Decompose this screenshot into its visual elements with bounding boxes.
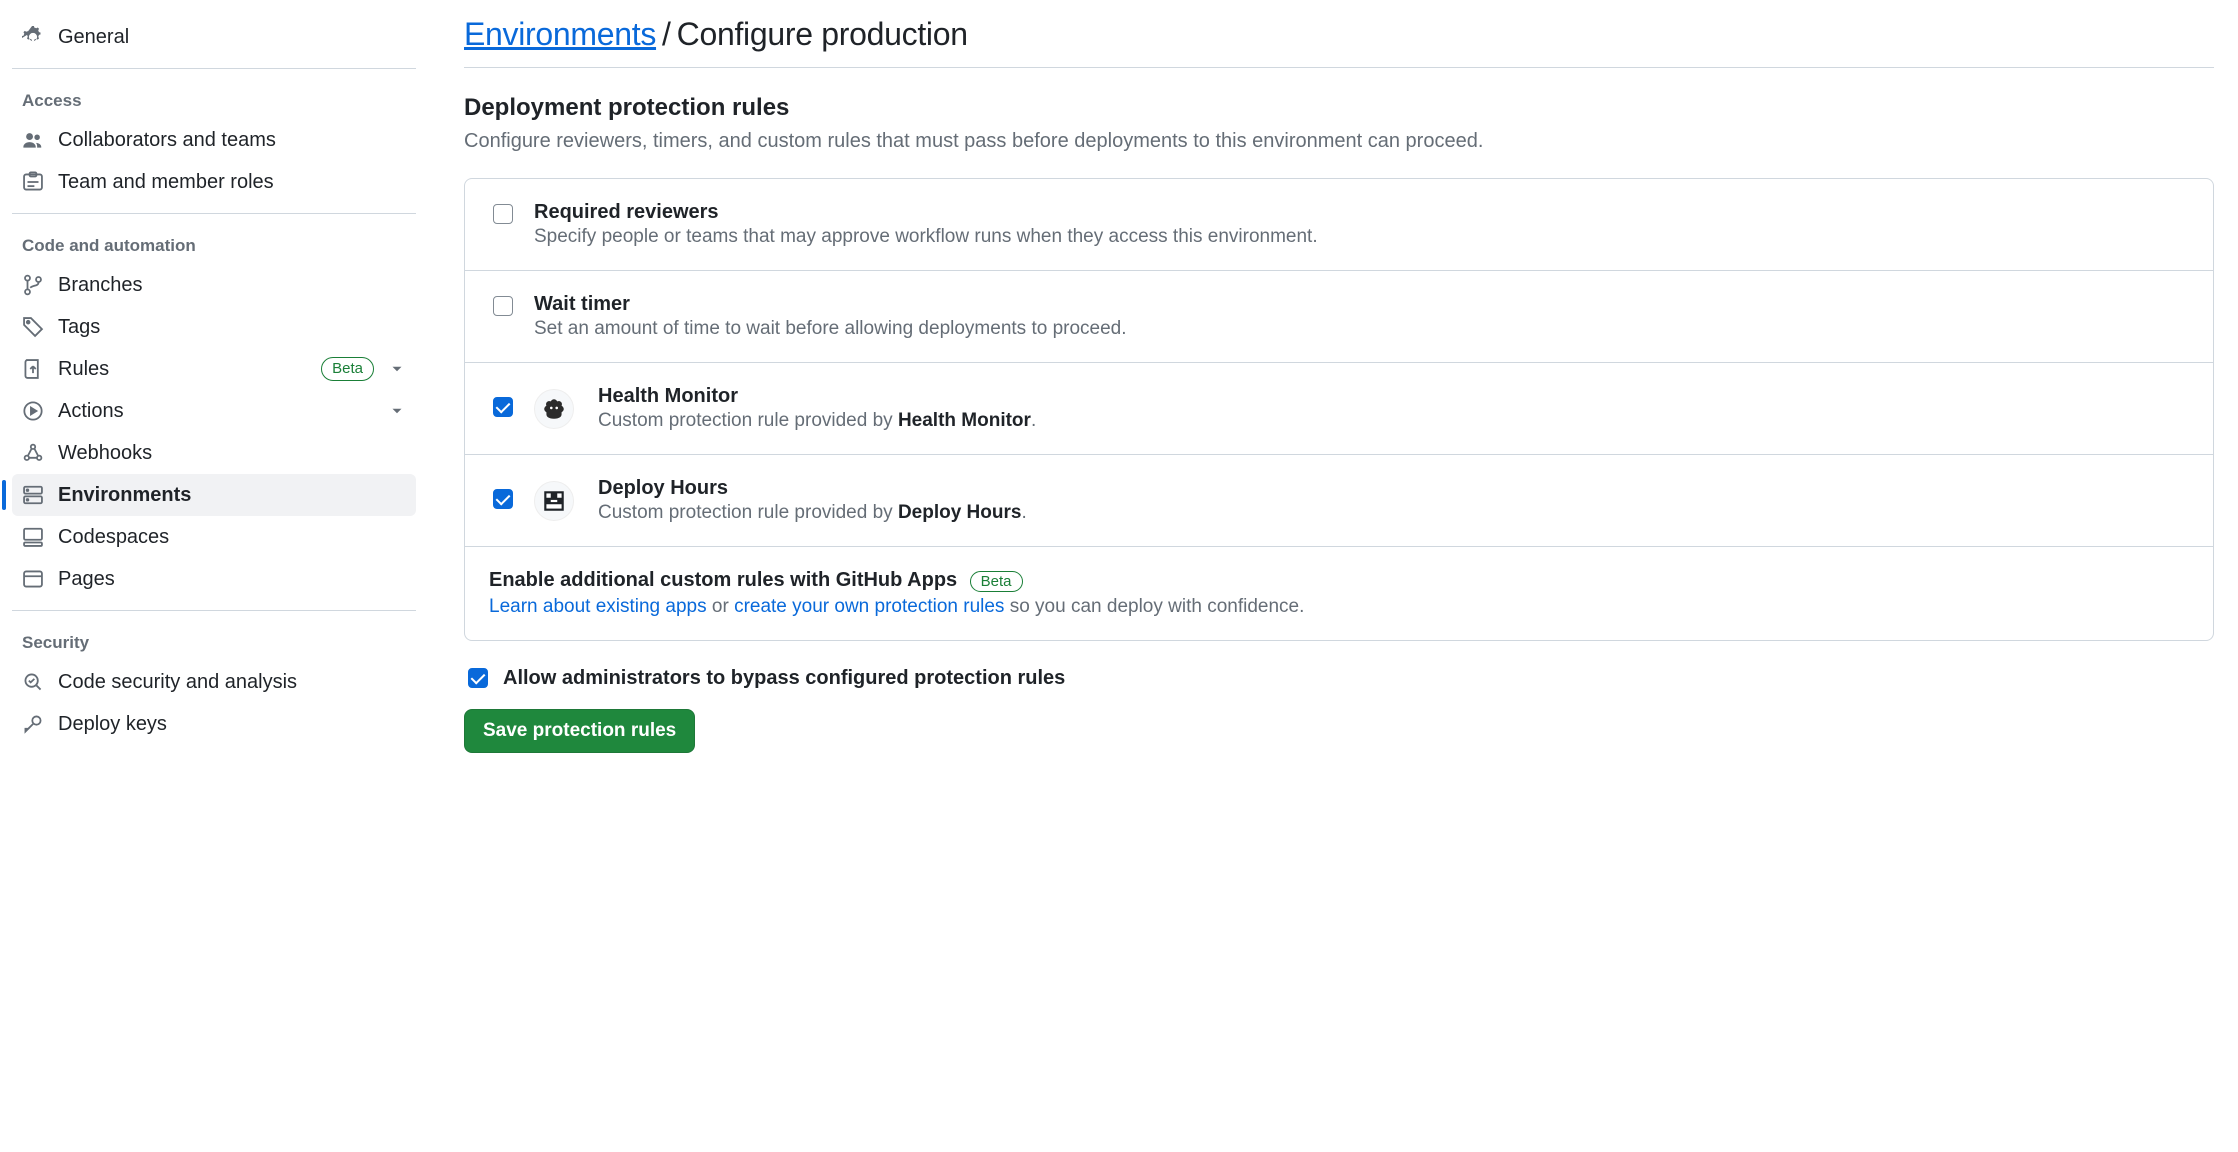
sidebar-section-security: Security: [12, 615, 416, 661]
sidebar-section-code: Code and automation: [12, 218, 416, 264]
wait-timer-checkbox[interactable]: [493, 296, 513, 316]
breadcrumb-environments-link[interactable]: Environments: [464, 16, 656, 52]
sidebar-item-branches[interactable]: Branches: [12, 264, 416, 306]
settings-sidebar: General Access Collaborators and teams T…: [12, 16, 440, 753]
codespaces-icon: [22, 526, 44, 548]
app-rule-title: Health Monitor: [598, 385, 2189, 408]
sidebar-item-pages[interactable]: Pages: [12, 558, 416, 600]
gear-icon: [22, 26, 44, 48]
people-icon: [22, 129, 44, 151]
required-reviewers-title: Required reviewers: [534, 201, 2189, 224]
admin-bypass-label: Allow administrators to bypass configure…: [503, 667, 1065, 690]
sidebar-item-label: Branches: [58, 274, 406, 297]
page-title: Environments/Configure production: [464, 16, 2214, 68]
health-monitor-avatar: [534, 389, 574, 429]
sidebar-item-label: Webhooks: [58, 442, 406, 465]
chevron-down-icon: [388, 402, 406, 420]
chevron-down-icon: [388, 360, 406, 378]
sidebar-item-general[interactable]: General: [12, 16, 416, 58]
main-content: Environments/Configure production Deploy…: [440, 16, 2214, 753]
beta-badge: Beta: [321, 357, 374, 381]
id-badge-icon: [22, 171, 44, 193]
learn-existing-apps-link[interactable]: Learn about existing apps: [489, 596, 707, 617]
app-rule-sub: Custom protection rule provided by Healt…: [598, 410, 2189, 432]
required-reviewers-checkbox[interactable]: [493, 204, 513, 224]
key-icon: [22, 713, 44, 735]
app-rule-title: Deploy Hours: [598, 477, 2189, 500]
webhook-icon: [22, 442, 44, 464]
required-reviewers-sub: Specify people or teams that may approve…: [534, 226, 2189, 248]
protection-rules-description: Configure reviewers, timers, and custom …: [464, 126, 2214, 156]
sidebar-item-codespaces[interactable]: Codespaces: [12, 516, 416, 558]
app-rule-health-monitor: Health Monitor Custom protection rule pr…: [465, 363, 2213, 455]
sidebar-item-label: Tags: [58, 316, 406, 339]
wait-timer-row: Wait timer Set an amount of time to wait…: [465, 271, 2213, 363]
sidebar-item-tags[interactable]: Tags: [12, 306, 416, 348]
sidebar-item-label: Pages: [58, 568, 406, 591]
protection-rules-heading: Deployment protection rules: [464, 94, 2214, 122]
sidebar-item-label: Environments: [58, 484, 406, 507]
required-reviewers-row: Required reviewers Specify people or tea…: [465, 179, 2213, 271]
sidebar-item-environments[interactable]: Environments: [12, 474, 416, 516]
custom-rules-footer-title: Enable additional custom rules with GitH…: [489, 569, 957, 591]
sidebar-item-label: Deploy keys: [58, 713, 406, 736]
browser-icon: [22, 568, 44, 590]
save-protection-rules-button[interactable]: Save protection rules: [464, 709, 695, 753]
server-icon: [22, 484, 44, 506]
wait-timer-sub: Set an amount of time to wait before all…: [534, 318, 2189, 340]
admin-bypass-row: Allow administrators to bypass configure…: [464, 665, 2214, 691]
sidebar-item-label: Rules: [58, 358, 307, 381]
sidebar-item-collaborators[interactable]: Collaborators and teams: [12, 119, 416, 161]
sidebar-item-label: Actions: [58, 400, 374, 423]
sidebar-section-access: Access: [12, 73, 416, 119]
sidebar-item-team-roles[interactable]: Team and member roles: [12, 161, 416, 203]
create-own-rules-link[interactable]: create your own protection rules: [734, 596, 1004, 617]
app-rule-deploy-hours: Deploy Hours Custom protection rule prov…: [465, 455, 2213, 547]
sidebar-item-rules[interactable]: Rules Beta: [12, 348, 416, 390]
app-rule-sub: Custom protection rule provided by Deplo…: [598, 502, 2189, 524]
protection-rules-card: Required reviewers Specify people or tea…: [464, 178, 2214, 641]
sidebar-item-label: Team and member roles: [58, 171, 406, 194]
repo-push-icon: [22, 358, 44, 380]
sidebar-item-deploy-keys[interactable]: Deploy keys: [12, 703, 416, 745]
sidebar-item-label: Collaborators and teams: [58, 129, 406, 152]
breadcrumb-current: Configure production: [677, 16, 968, 52]
sidebar-item-label: Code security and analysis: [58, 671, 406, 694]
git-branch-icon: [22, 274, 44, 296]
wait-timer-title: Wait timer: [534, 293, 2189, 316]
deploy-hours-checkbox[interactable]: [493, 489, 513, 509]
sidebar-item-label: General: [58, 26, 406, 49]
health-monitor-checkbox[interactable]: [493, 397, 513, 417]
tag-icon: [22, 316, 44, 338]
custom-rules-footer-links: Learn about existing apps or create your…: [489, 596, 2189, 618]
code-scan-icon: [22, 671, 44, 693]
admin-bypass-checkbox[interactable]: [468, 668, 488, 688]
beta-badge: Beta: [970, 571, 1023, 592]
breadcrumb-separator: /: [656, 16, 677, 52]
deploy-hours-avatar: [534, 481, 574, 521]
sidebar-item-actions[interactable]: Actions: [12, 390, 416, 432]
sidebar-item-code-security[interactable]: Code security and analysis: [12, 661, 416, 703]
sidebar-item-webhooks[interactable]: Webhooks: [12, 432, 416, 474]
custom-rules-footer: Enable additional custom rules with GitH…: [465, 547, 2213, 640]
sidebar-item-label: Codespaces: [58, 526, 406, 549]
play-circle-icon: [22, 400, 44, 422]
